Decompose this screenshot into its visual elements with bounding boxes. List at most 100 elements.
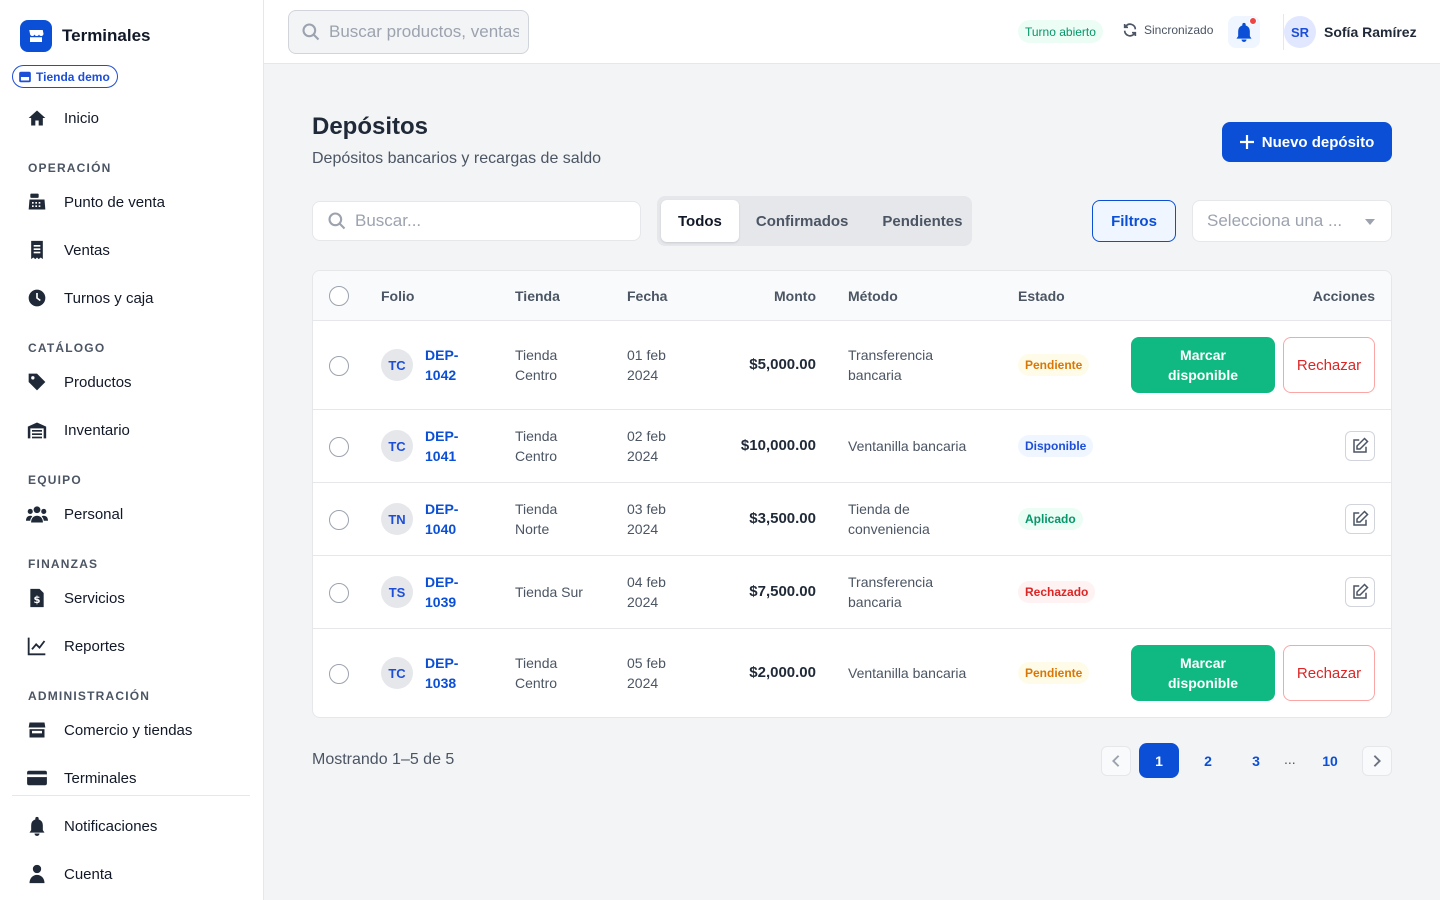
folio-link[interactable]: DEP- 1040 bbox=[425, 499, 475, 539]
user-name: Sofía Ramírez bbox=[1324, 24, 1417, 40]
global-search[interactable] bbox=[288, 10, 529, 54]
status-badge: Pendiente bbox=[1018, 354, 1090, 376]
column-header-store[interactable]: Tienda bbox=[515, 288, 560, 304]
table-row[interactable]: TS DEP- 1039 Tienda Sur 04 feb 2024 $7,500… bbox=[313, 556, 1391, 629]
store-line: Centro bbox=[515, 367, 558, 383]
edit-button[interactable] bbox=[1345, 504, 1375, 534]
sync-status-label: Sincronizado bbox=[1144, 23, 1214, 37]
global-search-input[interactable] bbox=[329, 22, 519, 42]
method-cell: Transferencia bancaria bbox=[848, 345, 933, 385]
method-line: Transferencia bbox=[848, 347, 934, 363]
sidebar-item-terminals[interactable]: Terminales bbox=[26, 766, 137, 790]
folio-number: 1042 bbox=[425, 367, 457, 383]
sidebar-item-label: Ventas bbox=[64, 241, 110, 259]
store-logo-icon bbox=[20, 20, 52, 52]
folio-link[interactable]: DEP- 1038 bbox=[425, 653, 475, 693]
mark-available-button[interactable]: Marcar disponible bbox=[1131, 645, 1275, 701]
method-cell: Tienda de conveniencia bbox=[848, 499, 930, 539]
sync-status[interactable]: Sincronizado bbox=[1122, 22, 1213, 38]
row-checkbox[interactable] bbox=[329, 664, 349, 684]
warehouse-icon bbox=[26, 419, 48, 441]
brand-name: Terminales bbox=[62, 26, 151, 45]
store-select[interactable]: Selecciona una ... bbox=[1192, 200, 1392, 242]
table-row[interactable]: TC DEP- 1038 Tienda Centro 05 feb 2024 $2,0… bbox=[313, 629, 1391, 717]
table-row[interactable]: TN DEP- 1040 Tienda Norte 03 feb 2024 $3,50… bbox=[313, 483, 1391, 556]
folio-link[interactable]: DEP- 1041 bbox=[425, 426, 475, 466]
next-page-button[interactable] bbox=[1362, 746, 1392, 776]
sidebar-item-label: Inventario bbox=[64, 421, 130, 439]
reject-button[interactable]: Rechazar bbox=[1283, 645, 1375, 701]
deposit-search[interactable] bbox=[312, 201, 641, 241]
page-button-1[interactable]: 1 bbox=[1139, 743, 1179, 778]
tab-pending[interactable]: Pendientes bbox=[865, 200, 979, 242]
status-badge: Pendiente bbox=[1018, 662, 1090, 684]
select-all-checkbox[interactable] bbox=[329, 286, 349, 306]
column-header-date[interactable]: Fecha bbox=[627, 288, 667, 304]
sidebar-item-shifts[interactable]: Turnos y caja bbox=[26, 286, 153, 310]
method-cell: Transferencia bancaria bbox=[848, 572, 933, 612]
page-button-10[interactable]: 10 bbox=[1310, 743, 1350, 778]
table-row[interactable]: TC DEP- 1041 Tienda Centro 02 feb 2024 $10,… bbox=[313, 410, 1391, 483]
chevron-left-icon bbox=[1112, 755, 1120, 767]
amount-cell: $5,000.00 bbox=[749, 356, 816, 373]
sidebar-item-inventory[interactable]: Inventario bbox=[26, 418, 130, 442]
column-header-status[interactable]: Estado bbox=[1018, 288, 1065, 304]
page-button-2[interactable]: 2 bbox=[1188, 743, 1228, 778]
new-deposit-button[interactable]: Nuevo depósito bbox=[1222, 122, 1392, 162]
user-menu[interactable]: SR Sofía Ramírez bbox=[1284, 16, 1417, 48]
row-checkbox[interactable] bbox=[329, 583, 349, 603]
sidebar-item-services[interactable]: $ Servicios bbox=[26, 586, 125, 610]
sidebar-item-reports[interactable]: Reportes bbox=[26, 634, 125, 658]
edit-icon bbox=[1353, 583, 1369, 599]
brand[interactable]: Terminales bbox=[20, 20, 151, 52]
mark-available-button[interactable]: Marcar disponible bbox=[1131, 337, 1275, 393]
tab-confirmed[interactable]: Confirmados bbox=[739, 200, 866, 242]
folio-link[interactable]: DEP- 1039 bbox=[425, 572, 475, 612]
sync-icon bbox=[1123, 23, 1137, 37]
store-cell: Tienda Centro bbox=[515, 426, 557, 466]
sidebar-item-products[interactable]: Productos bbox=[26, 370, 132, 394]
date-line: 02 feb bbox=[627, 428, 666, 444]
page-title: Depósitos bbox=[312, 113, 429, 140]
column-header-amount[interactable]: Monto bbox=[774, 288, 816, 304]
date-line: 2024 bbox=[627, 448, 659, 464]
row-checkbox[interactable] bbox=[329, 437, 349, 457]
store-line: Centro bbox=[515, 448, 558, 464]
sidebar-item-sales[interactable]: Ventas bbox=[26, 238, 110, 262]
tab-all[interactable]: Todos bbox=[661, 200, 739, 242]
sidebar-section-operation: OPERACIÓN bbox=[28, 161, 112, 175]
column-header-folio[interactable]: Folio bbox=[381, 288, 414, 304]
notifications-button[interactable] bbox=[1228, 16, 1260, 48]
sidebar-item-staff[interactable]: Personal bbox=[26, 502, 123, 526]
store-selector-chip[interactable]: Tienda demo bbox=[12, 65, 118, 88]
row-checkbox[interactable] bbox=[329, 356, 349, 376]
sidebar-item-label: Cuenta bbox=[64, 865, 113, 883]
sidebar-item-stores[interactable]: Comercio y tiendas bbox=[26, 718, 192, 742]
date-line: 2024 bbox=[627, 521, 659, 537]
svg-text:$: $ bbox=[34, 595, 41, 606]
date-cell: 02 feb 2024 bbox=[627, 426, 666, 466]
edit-button[interactable] bbox=[1345, 577, 1375, 607]
column-header-method[interactable]: Método bbox=[848, 288, 898, 304]
filters-button[interactable]: Filtros bbox=[1092, 200, 1176, 242]
sidebar-item-notifications[interactable]: Notificaciones bbox=[26, 814, 157, 838]
sidebar-item-home[interactable]: Inicio bbox=[26, 106, 99, 130]
previous-page-button[interactable] bbox=[1101, 746, 1131, 776]
store-cell: Tienda Centro bbox=[515, 345, 557, 385]
sidebar-item-account[interactable]: Cuenta bbox=[26, 862, 112, 886]
deposit-search-input[interactable] bbox=[355, 211, 625, 231]
folio-link[interactable]: DEP- 1042 bbox=[425, 345, 475, 385]
page-button-3[interactable]: 3 bbox=[1236, 743, 1276, 778]
edit-button[interactable] bbox=[1345, 431, 1375, 461]
sidebar-item-pos[interactable]: Punto de venta bbox=[26, 190, 165, 214]
row-checkbox[interactable] bbox=[329, 510, 349, 530]
table-row[interactable]: TC DEP- 1042 Tienda Centro 01 feb 2024 $5,0… bbox=[313, 321, 1391, 410]
folio-number: 1039 bbox=[425, 594, 457, 610]
status-tabs: Todos Confirmados Pendientes bbox=[657, 196, 972, 246]
sidebar-section-catalog: CATÁLOGO bbox=[28, 341, 106, 355]
edit-icon bbox=[1353, 510, 1369, 526]
sidebar-divider bbox=[12, 795, 250, 796]
reject-button[interactable]: Rechazar bbox=[1283, 337, 1375, 393]
edit-icon bbox=[1353, 437, 1369, 453]
sidebar-section-team: EQUIPO bbox=[28, 473, 82, 487]
